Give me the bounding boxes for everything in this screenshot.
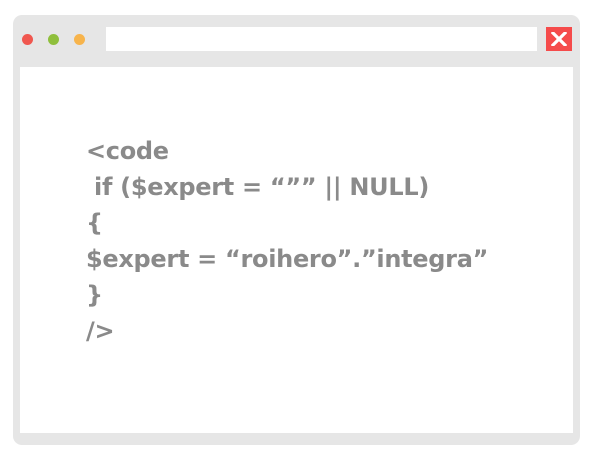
code-line: } [86,281,103,309]
code-line: <code [86,137,169,165]
code-snippet: <code if ($expert = “”” || NULL) { $expe… [86,133,488,349]
code-line: if ($expert = “”” || NULL) [86,173,429,201]
title-bar [13,15,580,65]
window-minimize-dot[interactable] [48,34,59,45]
page-content: <code if ($expert = “”” || NULL) { $expe… [20,67,573,433]
window-close-dot[interactable] [22,34,33,45]
browser-window: <code if ($expert = “”” || NULL) { $expe… [13,15,580,445]
close-button[interactable] [546,27,572,51]
code-line: $expert = “roihero”.”integra” [86,245,489,273]
window-maximize-dot[interactable] [74,34,85,45]
close-x-icon [551,32,567,46]
address-bar[interactable] [106,27,537,51]
code-line: { [86,209,103,237]
code-line: /> [86,317,115,345]
